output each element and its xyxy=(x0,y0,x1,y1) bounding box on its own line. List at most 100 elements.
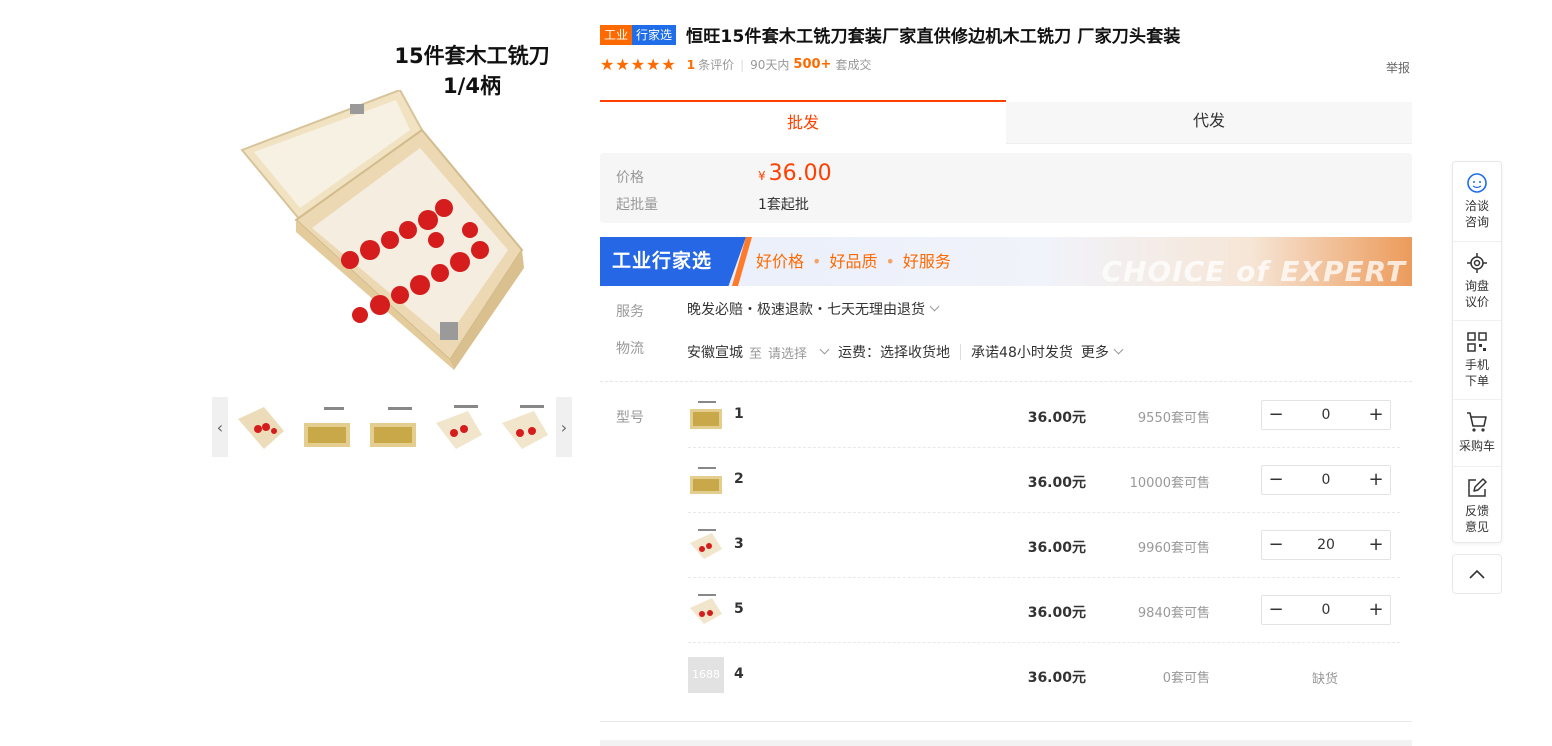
thumbnail-next-button[interactable]: › xyxy=(556,397,572,457)
inquiry-label: 询盘议价 xyxy=(1464,279,1489,309)
thumbnail-3[interactable] xyxy=(366,401,420,453)
chat-bubble-icon xyxy=(1467,173,1487,193)
sku-price: 36.00元 xyxy=(1027,410,1086,426)
table-row: 3 36.00元 9960套可售 − + xyxy=(688,513,1400,578)
decrease-button[interactable]: − xyxy=(1262,466,1290,494)
purchase-cart-label: 采购车 xyxy=(1458,439,1495,453)
chevron-down-icon[interactable] xyxy=(819,344,830,355)
sku-stock: 10000套可售 xyxy=(1129,476,1210,491)
price-amount: 36.00 xyxy=(768,161,832,186)
sku-price: 36.00元 xyxy=(1027,475,1086,491)
decrease-button[interactable]: − xyxy=(1262,531,1290,559)
quantity-input[interactable] xyxy=(1290,536,1362,554)
service-value: 晚发必赔・极速退款・七天无理由退货 xyxy=(687,302,925,318)
slogan-dot: • xyxy=(812,252,822,271)
sku-thumbnail[interactable] xyxy=(688,462,724,498)
more-label: 更多 xyxy=(1080,345,1109,361)
increase-button[interactable]: + xyxy=(1362,596,1390,624)
sku-name: 2 xyxy=(734,471,744,487)
sku-price: 36.00元 xyxy=(1027,670,1086,686)
star-icon: ★ xyxy=(630,54,646,74)
meta-separator: | xyxy=(740,57,745,72)
price-box: 价格 ¥ 36.00 起批量 1套起批 xyxy=(600,153,1412,223)
sku-thumbnail[interactable] xyxy=(688,592,724,628)
badge-expert-choice: 行家选 xyxy=(632,24,677,45)
increase-button[interactable]: + xyxy=(1362,401,1390,429)
moq-value: 1套起批 xyxy=(758,197,809,213)
table-row: 5 36.00元 9840套可售 − + xyxy=(688,578,1400,643)
purchase-mode-tabs: 批发 代发 xyxy=(600,100,1412,144)
price-label: 价格 xyxy=(616,170,644,186)
review-suffix[interactable]: 条评价 xyxy=(698,56,734,73)
tab-dropship[interactable]: 代发 xyxy=(1006,102,1412,144)
sku-stock: 9840套可售 xyxy=(1137,606,1210,621)
increase-button[interactable]: + xyxy=(1362,531,1390,559)
moq-label: 起批量 xyxy=(616,197,658,213)
purchase-cart-button[interactable]: 采购车 xyxy=(1453,399,1501,466)
sku-name: 1 xyxy=(734,406,744,422)
slogan-good-service: 好服务 xyxy=(902,252,951,271)
sku-label: 型号 xyxy=(616,410,644,426)
service-label: 服务 xyxy=(616,304,644,320)
sales-period: 90天内 xyxy=(750,58,790,72)
inquiry-button[interactable]: 询盘议价 xyxy=(1453,241,1501,320)
sold-suffix: 套成交 xyxy=(835,58,872,72)
logistics-label: 物流 xyxy=(616,341,644,357)
logistics-more-button[interactable]: 更多 xyxy=(1080,342,1124,362)
sku-price: 36.00元 xyxy=(1027,605,1086,621)
star-icon: ★ xyxy=(615,54,630,74)
star-icon: ★ xyxy=(661,54,676,74)
decrease-button[interactable]: − xyxy=(1262,401,1290,429)
sku-stock: 0套可售 xyxy=(1162,671,1210,686)
delivery-promise: 承诺48小时发货 xyxy=(971,345,1073,361)
product-meta-row: ★ ★ ★ ★ ★ 1 条评价 | 90天内 500+ 套成交 xyxy=(600,56,871,73)
service-dropdown[interactable]: 晚发必赔・极速退款・七天无理由退货 xyxy=(687,299,940,319)
mobile-order-label: 手机下单 xyxy=(1464,358,1489,388)
badge-industry: 工业 xyxy=(600,24,633,45)
tab-wholesale[interactable]: 批发 xyxy=(600,100,1006,144)
chevron-down-icon xyxy=(1113,344,1124,355)
edit-icon xyxy=(1468,478,1487,497)
destination-select[interactable]: 请选择 xyxy=(768,343,807,362)
thumbnail-prev-button[interactable]: ‹ xyxy=(212,397,228,457)
ship-origin: 安徽宣城 xyxy=(687,345,743,361)
router-bit-box-illustration xyxy=(240,90,524,370)
feedback-label: 反馈意见 xyxy=(1464,504,1489,534)
back-to-top-button[interactable] xyxy=(1452,554,1502,594)
slogan-good-price: 好价格 xyxy=(756,252,805,271)
sku-thumbnail[interactable] xyxy=(688,397,724,433)
slogan-dot: • xyxy=(885,252,895,271)
quantity-input[interactable] xyxy=(1290,471,1362,489)
chat-consult-label: 洽谈咨询 xyxy=(1464,199,1489,229)
thumbnail-2[interactable] xyxy=(300,401,354,453)
decrease-button[interactable]: − xyxy=(1262,596,1290,624)
thumbnail-5[interactable] xyxy=(498,401,552,453)
thumbnail-1[interactable] xyxy=(234,401,288,453)
star-icon: ★ xyxy=(646,54,661,74)
report-link[interactable]: 举报 xyxy=(1386,59,1410,76)
industry-expert-badge: 工业 行家选 xyxy=(600,24,677,45)
quantity-stepper: − + xyxy=(1261,530,1391,560)
review-count[interactable]: 1 xyxy=(687,58,695,72)
ship-to-label: 至 xyxy=(749,346,763,362)
banner-slogans: 好价格 • 好品质 • 好服务 xyxy=(756,237,951,286)
increase-button[interactable]: + xyxy=(1362,466,1390,494)
thumbnail-4[interactable] xyxy=(432,401,486,453)
target-icon xyxy=(1467,253,1487,273)
quantity-input[interactable] xyxy=(1290,601,1362,619)
feedback-button[interactable]: 反馈意见 xyxy=(1453,466,1501,545)
chat-consult-button[interactable]: 洽谈咨询 xyxy=(1453,162,1501,240)
sku-thumbnail-placeholder: 1688 xyxy=(688,657,724,693)
chevron-up-icon xyxy=(1469,569,1485,579)
main-product-image[interactable]: 15件套木工铣刀 1/4柄 xyxy=(212,20,572,380)
section-divider xyxy=(600,721,1412,722)
price-value: ¥ 36.00 xyxy=(758,161,832,186)
quantity-stepper: − + xyxy=(1261,465,1391,495)
mobile-order-button[interactable]: 手机下单 xyxy=(1453,320,1501,399)
sku-thumbnail[interactable] xyxy=(688,527,724,563)
expert-choice-banner: 工业行家选 好价格 • 好品质 • 好服务 CHOICE of EXPERT xyxy=(600,237,1412,286)
table-row: 1 36.00元 9550套可售 − + xyxy=(688,383,1400,448)
quantity-input[interactable] xyxy=(1290,406,1362,424)
thumbnail-strip: ‹ › xyxy=(212,397,572,457)
sku-name: 3 xyxy=(734,536,744,552)
